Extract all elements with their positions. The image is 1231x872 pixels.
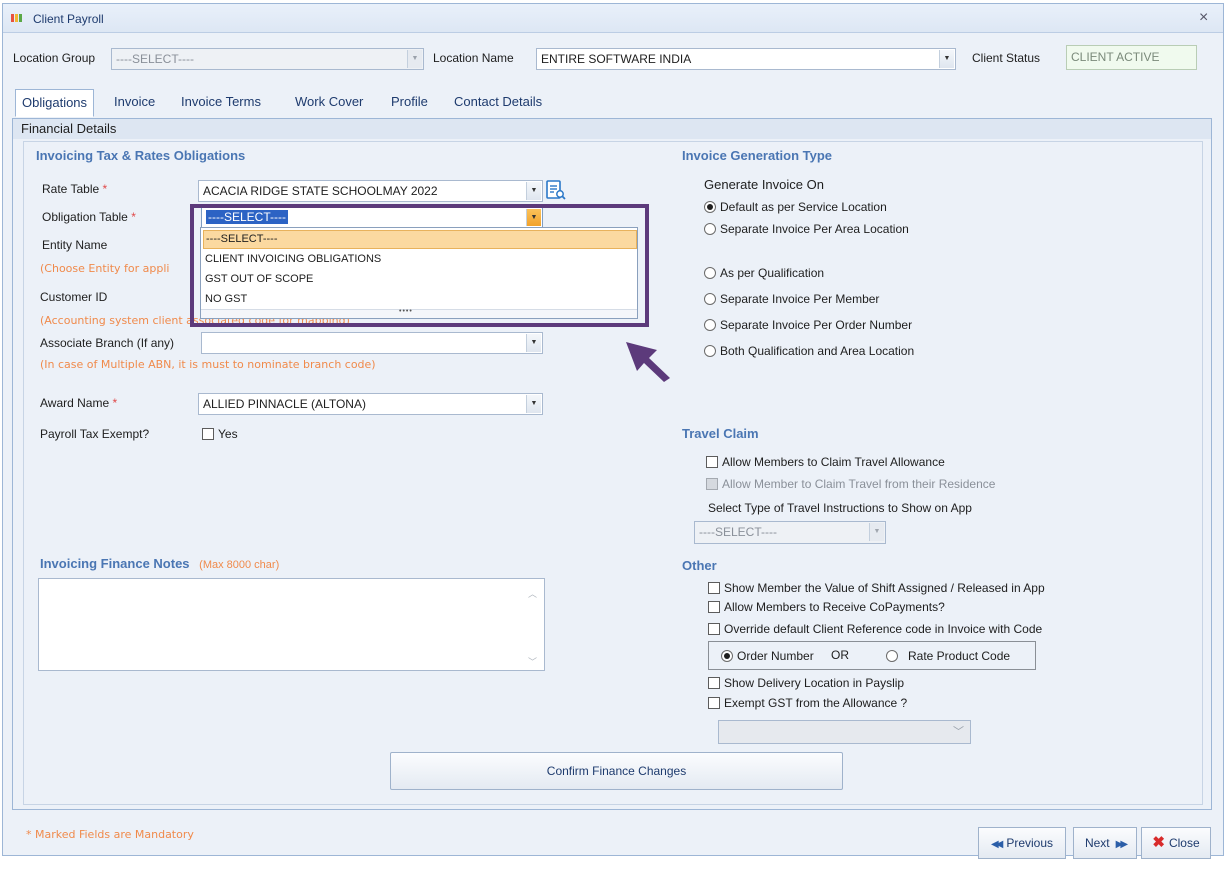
obligation-table-label: Obligation Table * [42,210,136,224]
travel-instructions-label: Select Type of Travel Instructions to Sh… [708,501,972,515]
chevron-down-icon: ﹀ [953,726,964,738]
radio-both-qualification-area[interactable]: Both Qualification and Area Location [704,344,914,358]
radio-icon [704,293,716,305]
close-button[interactable]: ✖ Close [1141,827,1211,859]
chevron-down-icon: ▼ [869,523,884,541]
location-name-value: ENTIRE SOFTWARE INDIA [541,52,692,66]
confirm-finance-changes-button[interactable]: Confirm Finance Changes [390,752,843,790]
award-name-value: ALLIED PINNACLE (ALTONA) [203,397,366,411]
previous-button[interactable]: ◀◀ Previous [978,827,1066,859]
checkbox-icon [202,428,214,440]
location-group-select[interactable]: ----SELECT---- ▼ [111,48,424,70]
associate-branch-label: Associate Branch (If any) [40,336,175,350]
allowance-select: ﹀ [718,720,971,744]
finance-notes-textarea[interactable]: ︿ ﹀ [38,578,545,671]
allow-residence-travel-checkbox: Allow Member to Claim Travel from their … [706,477,995,491]
mandatory-fields-note: * Marked Fields are Mandatory [26,828,194,841]
tab-invoice[interactable]: Invoice [108,89,161,115]
tab-profile[interactable]: Profile [385,89,434,115]
tab-work-cover[interactable]: Work Cover [289,89,369,115]
award-name-select[interactable]: ALLIED PINNACLE (ALTONA) ▼ [198,393,543,415]
rate-table-select[interactable]: ACACIA RIDGE STATE SCHOOLMAY 2022 ▼ [198,180,543,202]
allow-copayments-checkbox[interactable]: Allow Members to Receive CoPayments? [708,600,945,614]
checkbox-icon [708,582,720,594]
show-shift-value-checkbox[interactable]: Show Member the Value of Shift Assigned … [708,581,1045,595]
app-logo-icon [11,14,25,22]
radio-default-service-location[interactable]: Default as per Service Location [704,200,887,214]
radio-order-number[interactable]: Order Number [721,649,814,663]
travel-instructions-select: ----SELECT---- ▼ [694,521,886,544]
next-button[interactable]: Next ▶▶ [1073,827,1137,859]
payroll-tax-label: Payroll Tax Exempt? [40,427,150,441]
branch-hint: (In case of Multiple ABN, it is must to … [40,358,376,371]
rewind-icon: ◀◀ [990,839,1004,850]
rate-table-lookup-icon[interactable] [545,179,567,201]
chevron-down-icon: ▼ [526,182,541,200]
checkbox-icon [706,478,718,490]
title-bar[interactable]: Client Payroll × [3,4,1223,33]
window-close-icon[interactable]: × [1199,9,1208,27]
radio-icon [704,345,716,357]
radio-icon [704,223,716,235]
radio-as-per-qualification[interactable]: As per Qualification [704,266,824,280]
tab-invoice-terms[interactable]: Invoice Terms [175,89,267,115]
override-client-reference-checkbox[interactable]: Override default Client Reference code i… [708,622,1042,636]
radio-rate-product-code[interactable]: Rate Product Code [886,649,1010,663]
tab-obligations[interactable]: Obligations [15,89,95,117]
entity-hint: (Choose Entity for appli [40,262,170,275]
travel-claim-title: Travel Claim [682,426,759,441]
customer-id-label: Customer ID [40,290,108,304]
pointer-arrow-icon [624,340,674,384]
chevron-down-icon: ▼ [939,50,954,68]
invoice-generation-title: Invoice Generation Type [682,148,833,163]
rate-table-value: ACACIA RIDGE STATE SCHOOLMAY 2022 [203,184,438,198]
or-label: OR [831,648,849,662]
location-group-label: Location Group [13,51,96,65]
location-name-label: Location Name [433,51,514,65]
generate-invoice-on-label: Generate Invoice On [704,177,824,192]
checkbox-icon [708,677,720,689]
chevron-down-icon: ▼ [526,334,541,352]
entity-name-label: Entity Name [42,238,108,252]
radio-selected-icon [721,650,733,662]
radio-icon [886,650,898,662]
exempt-gst-checkbox[interactable]: Exempt GST from the Allowance ? [708,696,907,710]
location-name-select[interactable]: ENTIRE SOFTWARE INDIA ▼ [536,48,956,70]
other-section-title: Other [682,558,717,573]
tab-contact-details[interactable]: Contact Details [448,89,548,115]
radio-separate-area-location[interactable]: Separate Invoice Per Area Location [704,222,909,236]
client-status-field: CLIENT ACTIVE [1066,45,1197,70]
finance-notes-title: Invoicing Finance Notes (Max 8000 char) [40,556,280,571]
radio-separate-per-member[interactable]: Separate Invoice Per Member [704,292,879,306]
radio-icon [704,319,716,331]
close-x-icon: ✖ [1152,834,1165,851]
checkbox-icon [706,456,718,468]
finance-notes-hint: (Max 8000 char) [199,559,280,571]
scroll-up-icon[interactable]: ︿ [528,587,537,600]
checkbox-icon [708,623,720,635]
fast-forward-icon: ▶▶ [1115,839,1129,850]
invoicing-tax-section-title: Invoicing Tax & Rates Obligations [36,148,246,163]
radio-icon [704,267,716,279]
chevron-down-icon: ▼ [526,395,541,413]
location-group-value: ----SELECT---- [116,52,194,66]
highlight-frame [190,204,649,327]
radio-selected-icon [704,201,716,213]
rate-table-label: Rate Table * [42,182,108,196]
award-name-label: Award Name * [40,396,118,410]
allow-travel-allowance-checkbox[interactable]: Allow Members to Claim Travel Allowance [706,455,945,469]
panel-header: Financial Details [13,119,1211,139]
scroll-down-icon[interactable]: ﹀ [528,655,537,668]
travel-instructions-value: ----SELECT---- [699,525,777,539]
checkbox-icon [708,601,720,613]
checkbox-icon [708,697,720,709]
show-delivery-location-checkbox[interactable]: Show Delivery Location in Payslip [708,676,904,690]
payroll-tax-yes-checkbox[interactable]: Yes [202,427,238,441]
reference-code-option-group: Order Number OR Rate Product Code [708,641,1036,670]
chevron-down-icon: ▼ [407,50,422,68]
associate-branch-select[interactable]: ▼ [201,332,543,354]
window-title: Client Payroll [33,12,104,26]
client-status-label: Client Status [972,51,1041,65]
radio-separate-per-order-number[interactable]: Separate Invoice Per Order Number [704,318,912,332]
